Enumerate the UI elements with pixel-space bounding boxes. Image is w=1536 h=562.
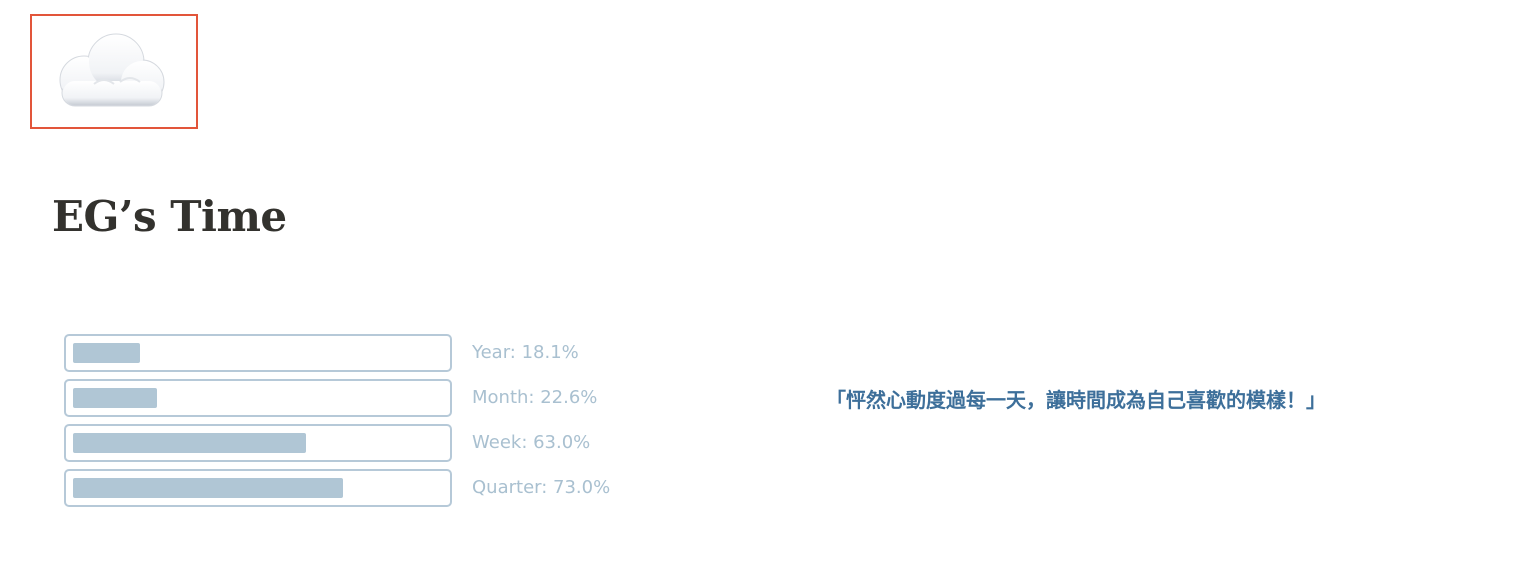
progress-fill [73, 343, 140, 363]
page-title: EG’s Time [52, 192, 287, 241]
progress-track [64, 469, 452, 507]
progress-fill [73, 478, 344, 498]
progress-label: Month: 22.6% [472, 387, 598, 408]
progress-label: Year: 18.1% [472, 342, 579, 363]
progress-label: Quarter: 73.0% [472, 477, 611, 498]
progress-track [64, 334, 452, 372]
progress-track [64, 424, 452, 462]
progress-fill [73, 388, 157, 408]
page-icon-selection[interactable] [30, 14, 198, 129]
progress-label: Week: 63.0% [472, 432, 591, 453]
quote-text: 「怦然心動度過每一天，讓時間成為自己喜歡的模樣！」 [826, 388, 1326, 412]
progress-track [64, 379, 452, 417]
cloud-icon [59, 33, 165, 107]
progress-fill [73, 433, 307, 453]
